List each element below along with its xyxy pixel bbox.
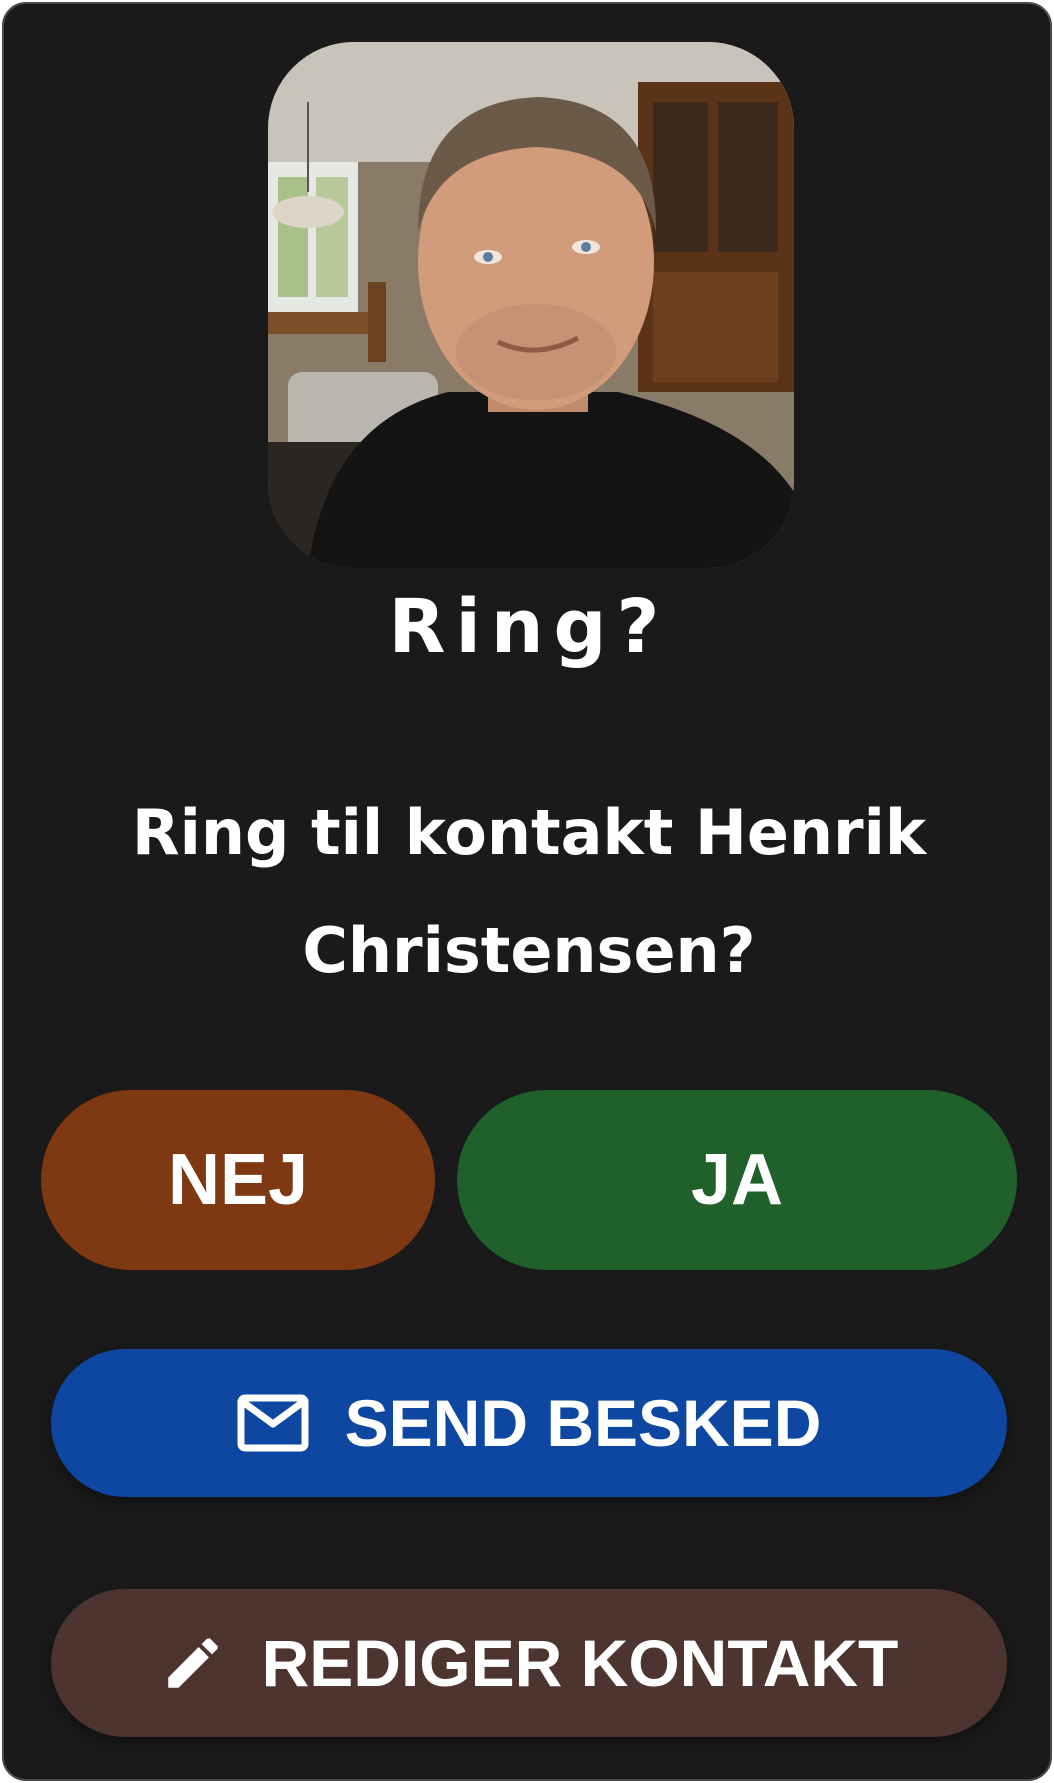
send-message-button[interactable]: SEND BESKED: [51, 1349, 1007, 1497]
contact-avatar: [268, 42, 794, 568]
pencil-icon: [160, 1630, 226, 1696]
yes-button[interactable]: JA: [457, 1090, 1017, 1270]
no-button[interactable]: NEJ: [41, 1090, 435, 1270]
edit-contact-label: REDIGER KONTAKT: [261, 1626, 899, 1700]
dialog-message: Ring til kontakt Henrik Christensen?: [131, 796, 927, 987]
contact-photo: [268, 42, 794, 568]
send-message-label: SEND BESKED: [344, 1386, 822, 1460]
dialog-title: Ring?: [388, 584, 670, 670]
yes-button-label: JA: [690, 1140, 784, 1220]
no-button-label: NEJ: [167, 1140, 309, 1220]
envelope-icon: [237, 1394, 309, 1452]
call-confirm-dialog: Ring? Ring til kontakt Henrik Christense…: [2, 2, 1052, 1781]
edit-contact-button[interactable]: REDIGER KONTAKT: [51, 1589, 1007, 1737]
